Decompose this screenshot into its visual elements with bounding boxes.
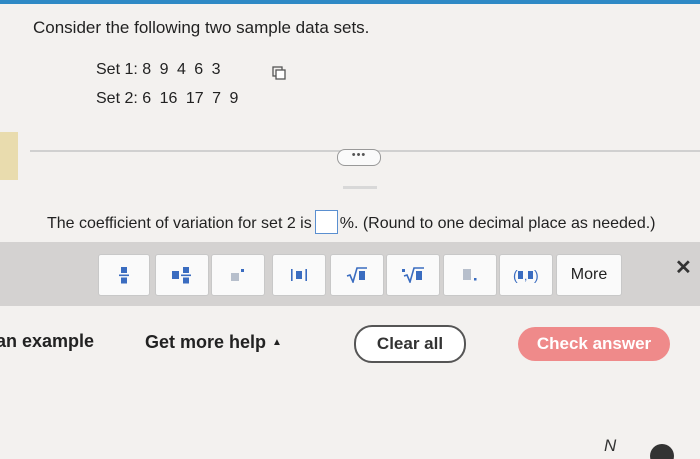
fraction-button[interactable] bbox=[98, 254, 150, 296]
absolute-value-icon bbox=[291, 269, 307, 281]
answer-sentence: The coefficient of variation for set 2 i… bbox=[47, 210, 655, 234]
mixed-number-icon bbox=[172, 267, 191, 284]
question-prompt: Consider the following two sample data s… bbox=[33, 18, 370, 37]
more-button[interactable]: More bbox=[556, 254, 622, 296]
decimal-button[interactable] bbox=[443, 254, 497, 296]
square-root-button[interactable] bbox=[330, 254, 384, 296]
close-icon[interactable]: ✕ bbox=[675, 255, 692, 280]
answer-suffix: %. (Round to one decimal place as needed… bbox=[339, 215, 656, 232]
set-2-values: 6 16 17 7 9 bbox=[142, 90, 239, 107]
set-1-label: Set 1: bbox=[96, 61, 138, 78]
top-accent-bar bbox=[0, 0, 700, 4]
exponent-icon bbox=[231, 269, 244, 281]
svg-text:(: ( bbox=[513, 267, 518, 283]
absolute-value-button[interactable] bbox=[272, 254, 326, 296]
set-2-label: Set 2: bbox=[96, 90, 138, 107]
view-example-link[interactable]: an example bbox=[0, 331, 94, 352]
answer-prefix: The coefficient of variation for set 2 i… bbox=[47, 215, 312, 232]
nth-root-icon bbox=[402, 267, 424, 283]
svg-text:,: , bbox=[524, 269, 527, 283]
caret-up-icon: ▲ bbox=[272, 337, 282, 348]
check-answer-button[interactable]: Check answer bbox=[518, 327, 670, 361]
fraction-icon bbox=[119, 267, 129, 284]
interval-icon: ( , ) bbox=[513, 267, 539, 283]
expand-button[interactable]: ••• bbox=[337, 149, 381, 166]
square-root-icon bbox=[346, 267, 367, 283]
clear-all-button[interactable]: Clear all bbox=[354, 325, 466, 363]
left-accent-block bbox=[0, 132, 18, 180]
nth-root-button[interactable] bbox=[386, 254, 440, 296]
interval-button[interactable]: ( , ) bbox=[499, 254, 553, 296]
set-1-values: 8 9 4 6 3 bbox=[142, 61, 221, 78]
drag-handle bbox=[343, 186, 377, 189]
copy-data-icon[interactable] bbox=[272, 66, 286, 80]
corner-indicator bbox=[650, 444, 674, 459]
decimal-icon bbox=[463, 269, 477, 281]
answer-input[interactable] bbox=[314, 210, 338, 234]
get-more-help-label: Get more help bbox=[145, 332, 267, 352]
corner-n-label: N bbox=[604, 436, 617, 455]
mixed-number-button[interactable] bbox=[155, 254, 209, 296]
exponent-button[interactable] bbox=[211, 254, 265, 296]
data-set-2: Set 2: 6 16 17 7 9 bbox=[96, 90, 238, 108]
svg-text:): ) bbox=[534, 267, 539, 283]
get-more-help-button[interactable]: Get more help ▲ bbox=[145, 332, 282, 353]
data-set-1: Set 1: 8 9 4 6 3 bbox=[96, 61, 221, 79]
